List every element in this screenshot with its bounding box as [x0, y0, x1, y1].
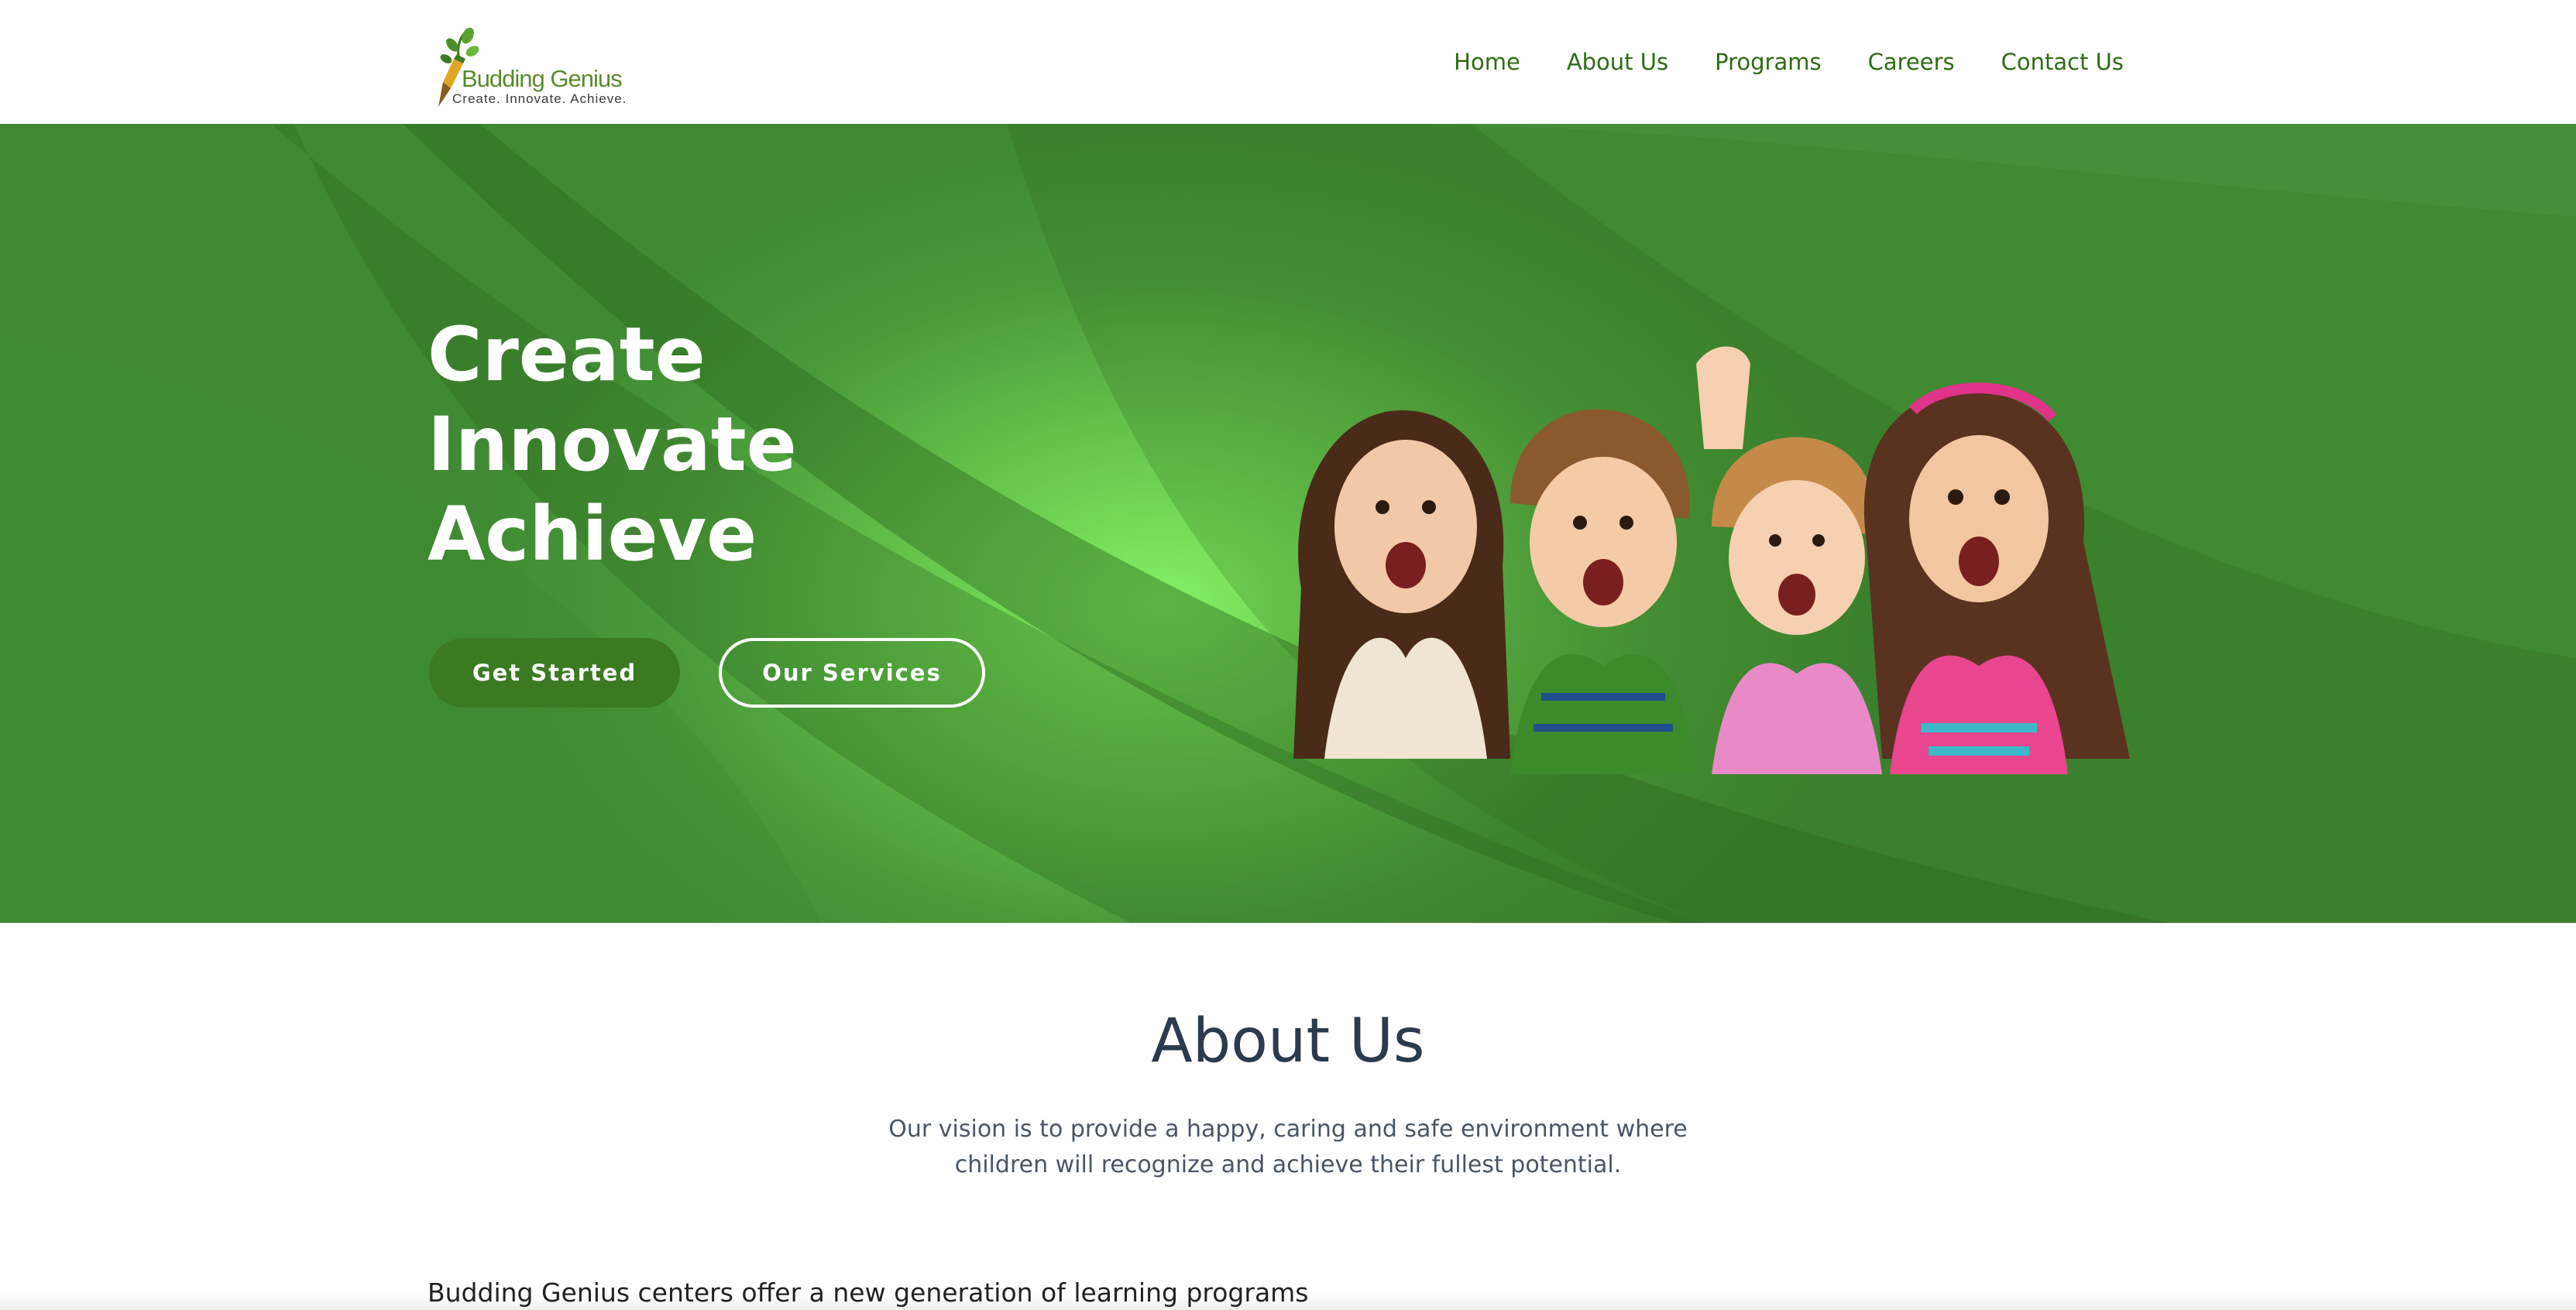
our-services-button[interactable]: Our Services	[719, 638, 985, 708]
hero-title-line: Create	[428, 311, 706, 398]
hero-title-line: Achieve	[428, 491, 757, 578]
nav-contact-us[interactable]: Contact Us	[2001, 49, 2124, 75]
nav-careers[interactable]: Careers	[1868, 49, 1955, 75]
nav-about-us[interactable]: About Us	[1567, 49, 1668, 75]
page-bottom-shadow	[0, 1293, 2576, 1310]
get-started-button[interactable]: Get Started	[429, 638, 680, 708]
page: Budding Genius Create. Innovate. Achieve…	[0, 0, 2576, 1310]
hero-title: Create Innovate Achieve	[428, 310, 797, 579]
hero-title-line: Innovate	[428, 401, 797, 488]
logo-tagline: Create. Innovate. Achieve.	[452, 91, 627, 106]
logo-name: Budding Genius	[462, 65, 623, 92]
main-nav: Home About Us Programs Careers Contact U…	[1454, 43, 2124, 81]
children-hero-image	[1293, 346, 2130, 774]
logo[interactable]: Budding Genius Create. Innovate. Achieve…	[428, 28, 629, 111]
nav-home[interactable]: Home	[1454, 49, 1520, 75]
hero-section: Create Innovate Achieve Get Started Our …	[0, 124, 2576, 923]
nav-programs[interactable]: Programs	[1715, 49, 1821, 75]
about-vision-text: Our vision is to provide a happy, caring…	[888, 1116, 1688, 1178]
site-header: Budding Genius Create. Innovate. Achieve…	[0, 0, 2576, 124]
about-title: About Us	[1151, 1007, 1425, 1076]
